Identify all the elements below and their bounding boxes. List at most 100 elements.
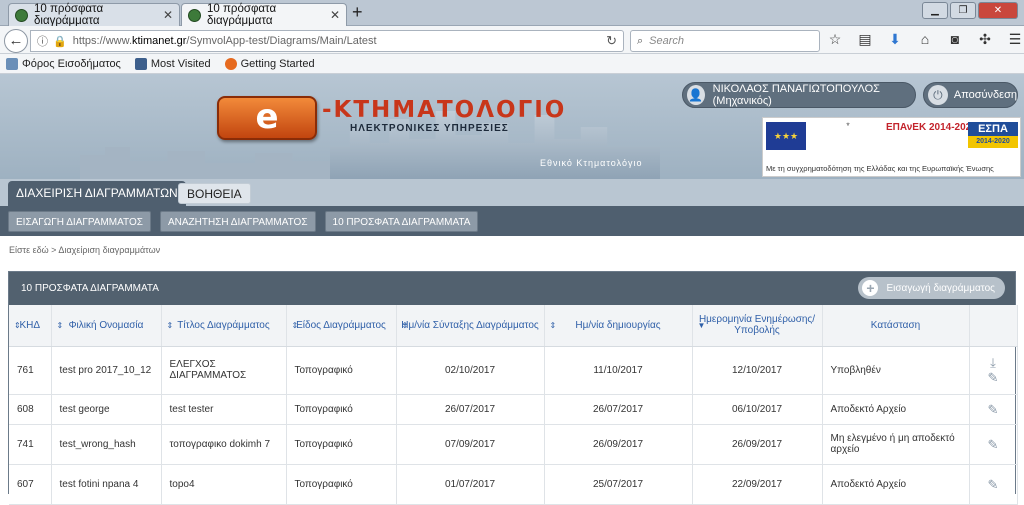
diagrams-table: ⇕ ΚΗΔ ⇕ Φιλική Ονομασία ⇕ Τίτλος Διαγράμματ… — [9, 305, 1018, 505]
cell-actions: ✎ — [969, 464, 1018, 505]
download-icon[interactable]: ⤓ — [985, 356, 1001, 369]
bookmarks-bar: Φόρος Εισοδήματος Most Visited Getting S… — [0, 54, 1024, 74]
column-header-drafted-date[interactable]: ⇕ Ημ/νία Σύνταξης Διαγράμματος — [396, 305, 545, 347]
window-controls: ▁ ❐ ✕ — [922, 2, 1018, 19]
edit-icon[interactable]: ✎ — [985, 438, 1001, 451]
cell-title: ΕΛΕΓΧΟΣ ΔΙΑΓΡΑΜΜΑΤΟΣ — [161, 346, 287, 395]
skyline-graphic — [80, 147, 330, 179]
cell-name: test george — [51, 394, 162, 425]
browser-tab-bar: 10 πρόσφατα διαγράμματα ✕ 10 πρόσφατα δι… — [0, 0, 1024, 27]
column-header-friendly-name[interactable]: ⇕ Φιλική Ονομασία — [51, 305, 162, 347]
edit-icon[interactable]: ✎ — [985, 371, 1001, 384]
close-tab-icon[interactable]: ✕ — [330, 8, 340, 22]
cell-type: Τοπογραφικό — [286, 424, 397, 465]
search-input[interactable]: ⌕ Search — [630, 30, 820, 52]
table-row: 761 test pro 2017_10_12 ΕΛΕΓΧΟΣ ΔΙΑΓΡΑΜΜ… — [9, 346, 1018, 395]
cell-created: 25/07/2017 — [544, 464, 693, 505]
bookmark-item[interactable]: Φόρος Εισοδήματος — [6, 57, 121, 70]
reading-list-icon[interactable]: ▤ — [856, 31, 874, 48]
minimize-button[interactable]: ▁ — [922, 2, 948, 19]
pocket-icon[interactable]: ◙ — [946, 31, 964, 48]
column-header-updated-date[interactable]: ▼ Ημερομηνία Ενημέρωσης/Υποβολής — [692, 305, 823, 347]
add-diagram-button[interactable]: + Εισαγωγή διαγράμματος — [858, 277, 1005, 299]
cell-updated: 22/09/2017 — [692, 464, 823, 505]
epanek-logo: ΕΠΑνΕΚ 2014-2020 — [886, 122, 977, 133]
ministry-logo: ⚜ — [845, 122, 851, 128]
bookmark-icon — [6, 57, 18, 70]
cell-type: Τοπογραφικό — [286, 346, 397, 395]
cell-status: Αποδεκτό Αρχείο — [822, 464, 970, 505]
cell-title: test tester — [161, 394, 287, 425]
table-row: 607 test fotini npana 4 topo4 Τοπογραφικ… — [9, 464, 1018, 505]
eu-flag-icon: ★★★ — [766, 122, 806, 150]
browser-tab-active[interactable]: 10 πρόσφατα διαγράμματα ✕ — [181, 3, 347, 27]
site-logo-e[interactable]: e — [217, 96, 317, 140]
close-tab-icon[interactable]: ✕ — [163, 8, 173, 22]
column-header-type[interactable]: ⇕ Είδος Διαγράμματος — [286, 305, 397, 347]
cell-actions: ✎ — [969, 394, 1018, 425]
browser-nav-bar: ← ⓘ 🔒 https://www.ktimanet.gr/SymvolApp-… — [0, 26, 1024, 54]
back-button[interactable]: ← — [4, 29, 28, 53]
extension-icon[interactable]: ✣ — [976, 31, 994, 48]
plus-icon: + — [862, 280, 879, 296]
menu-help[interactable]: ΒΟΗΘΕΙΑ — [178, 183, 251, 204]
menu-icon[interactable]: ☰ — [1006, 31, 1024, 48]
bookmark-label: Most Visited — [150, 57, 211, 70]
recent-diagrams-panel: 10 ΠΡΟΣΦΑΤΑ ΔΙΑΓΡΑΜΜΑΤΑ + Εισαγωγή διαγρ… — [8, 271, 1018, 505]
search-placeholder: Search — [649, 35, 685, 47]
column-header-khd[interactable]: ⇕ ΚΗΔ — [9, 305, 52, 347]
cell-status: Μη ελεγμένο ή μη αποδεκτό αρχείο — [822, 424, 970, 465]
sort-icon: ⇕ — [166, 321, 174, 330]
submenu-insert-diagram[interactable]: ΕΙΣΑΓΩΓΗ ΔΙΑΓΡΑΜΜΑΤΟΣ — [8, 210, 151, 232]
download-icon[interactable]: ⬇ — [886, 31, 904, 48]
logout-button[interactable]: ⏻ Αποσύνδεση — [923, 82, 1018, 108]
bookmark-item[interactable]: Most Visited — [134, 57, 211, 70]
org-name: Εθνικό Κτηματολόγιο — [540, 158, 643, 168]
bookmark-star-icon[interactable]: ☆ — [826, 31, 844, 48]
table-row: 741 test_wrong_hash τοπογραφικο dokimh 7… — [9, 424, 1018, 465]
maximize-button[interactable]: ❐ — [950, 2, 976, 19]
cell-created: 26/09/2017 — [544, 424, 693, 465]
user-profile-button[interactable]: 👤 ΝΙΚΟΛΑΟΣ ΠΑΝΑΓΙΩΤΟΠΟΥΛΟΣ (Μηχανικός) — [682, 82, 916, 108]
column-header-title[interactable]: ⇕ Τίτλος Διαγράμματος — [161, 305, 287, 347]
cell-drafted: 26/07/2017 — [396, 394, 545, 425]
menu-diagram-management[interactable]: ΔΙΑΧΕΙΡΙΣΗ ΔΙΑΓΡΑΜΜΑΤΩΝ — [8, 181, 186, 206]
submenu-recent-diagrams[interactable]: 10 ΠΡΟΣΦΑΤΑ ΔΙΑΓΡΑΜΜΑΤΑ — [324, 210, 479, 232]
column-header-status[interactable]: Κατάσταση — [822, 305, 970, 347]
table-header-row: ⇕ ΚΗΔ ⇕ Φιλική Ονομασία ⇕ Τίτλος Διαγράμματ… — [9, 305, 1018, 347]
site-favicon-icon — [188, 8, 201, 22]
table-row: 608 test george test tester Τοπογραφικό … — [9, 394, 1018, 425]
close-window-button[interactable]: ✕ — [978, 2, 1018, 19]
cell-actions: ✎ — [969, 424, 1018, 465]
espa-logo: ΕΣΠΑ 2014-2020 — [968, 122, 1018, 148]
breadcrumb: Είστε εδώ > Διαχείριση διαγραμμάτων — [0, 236, 1024, 262]
browser-tab[interactable]: 10 πρόσφατα διαγράμματα ✕ — [8, 3, 180, 27]
new-tab-button[interactable]: + — [352, 3, 363, 21]
column-header-created-date[interactable]: ⇕ Ημ/νία δημιουργίας — [544, 305, 693, 347]
bookmark-label: Getting Started — [240, 57, 315, 70]
cell-drafted: 07/09/2017 — [396, 424, 545, 465]
url-text: https://www.ktimanet.gr/SymvolApp-test/D… — [72, 35, 377, 47]
cell-type: Τοπογραφικό — [286, 394, 397, 425]
tab-label: 10 πρόσφατα διαγράμματα — [34, 3, 104, 27]
edit-icon[interactable]: ✎ — [985, 403, 1001, 416]
cell-khd: 607 — [9, 464, 52, 505]
cell-drafted: 02/10/2017 — [396, 346, 545, 395]
toolbar-icons: ☆ ▤ ⬇ ⌂ ◙ ✣ ☰ — [826, 31, 1024, 48]
reload-icon[interactable]: ↻ — [606, 33, 617, 49]
home-icon[interactable]: ⌂ — [916, 31, 934, 48]
cell-khd: 741 — [9, 424, 52, 465]
sort-icon: ⇕ — [14, 321, 21, 330]
cell-title: τοπογραφικο dokimh 7 — [161, 424, 287, 465]
cell-created: 26/07/2017 — [544, 394, 693, 425]
sub-menu: ΕΙΣΑΓΩΓΗ ΔΙΑΓΡΑΜΜΑΤΟΣ ΑΝΑΖΗΤΗΣΗ ΔΙΑΓΡΑΜΜ… — [0, 206, 1024, 236]
bookmark-item[interactable]: Getting Started — [224, 57, 315, 70]
info-icon[interactable]: ⓘ — [37, 33, 48, 49]
panel-title: 10 ΠΡΟΣΦΑΤΑ ΔΙΑΓΡΑΜΜΑΤΑ — [21, 283, 159, 294]
user-name: ΝΙΚΟΛΑΟΣ ΠΑΝΑΓΙΩΤΟΠΟΥΛΟΣ (Μηχανικός) — [712, 83, 880, 107]
submenu-search-diagram[interactable]: ΑΝΑΖΗΤΗΣΗ ΔΙΑΓΡΑΜΜΑΤΟΣ — [159, 210, 316, 232]
address-bar[interactable]: ⓘ 🔒 https://www.ktimanet.gr/SymvolApp-te… — [30, 30, 624, 52]
espa-caption: Με τη συγχρηματοδότηση της Ελλάδας και τ… — [766, 164, 994, 173]
edit-icon[interactable]: ✎ — [985, 478, 1001, 491]
cell-status: Αποδεκτό Αρχείο — [822, 394, 970, 425]
